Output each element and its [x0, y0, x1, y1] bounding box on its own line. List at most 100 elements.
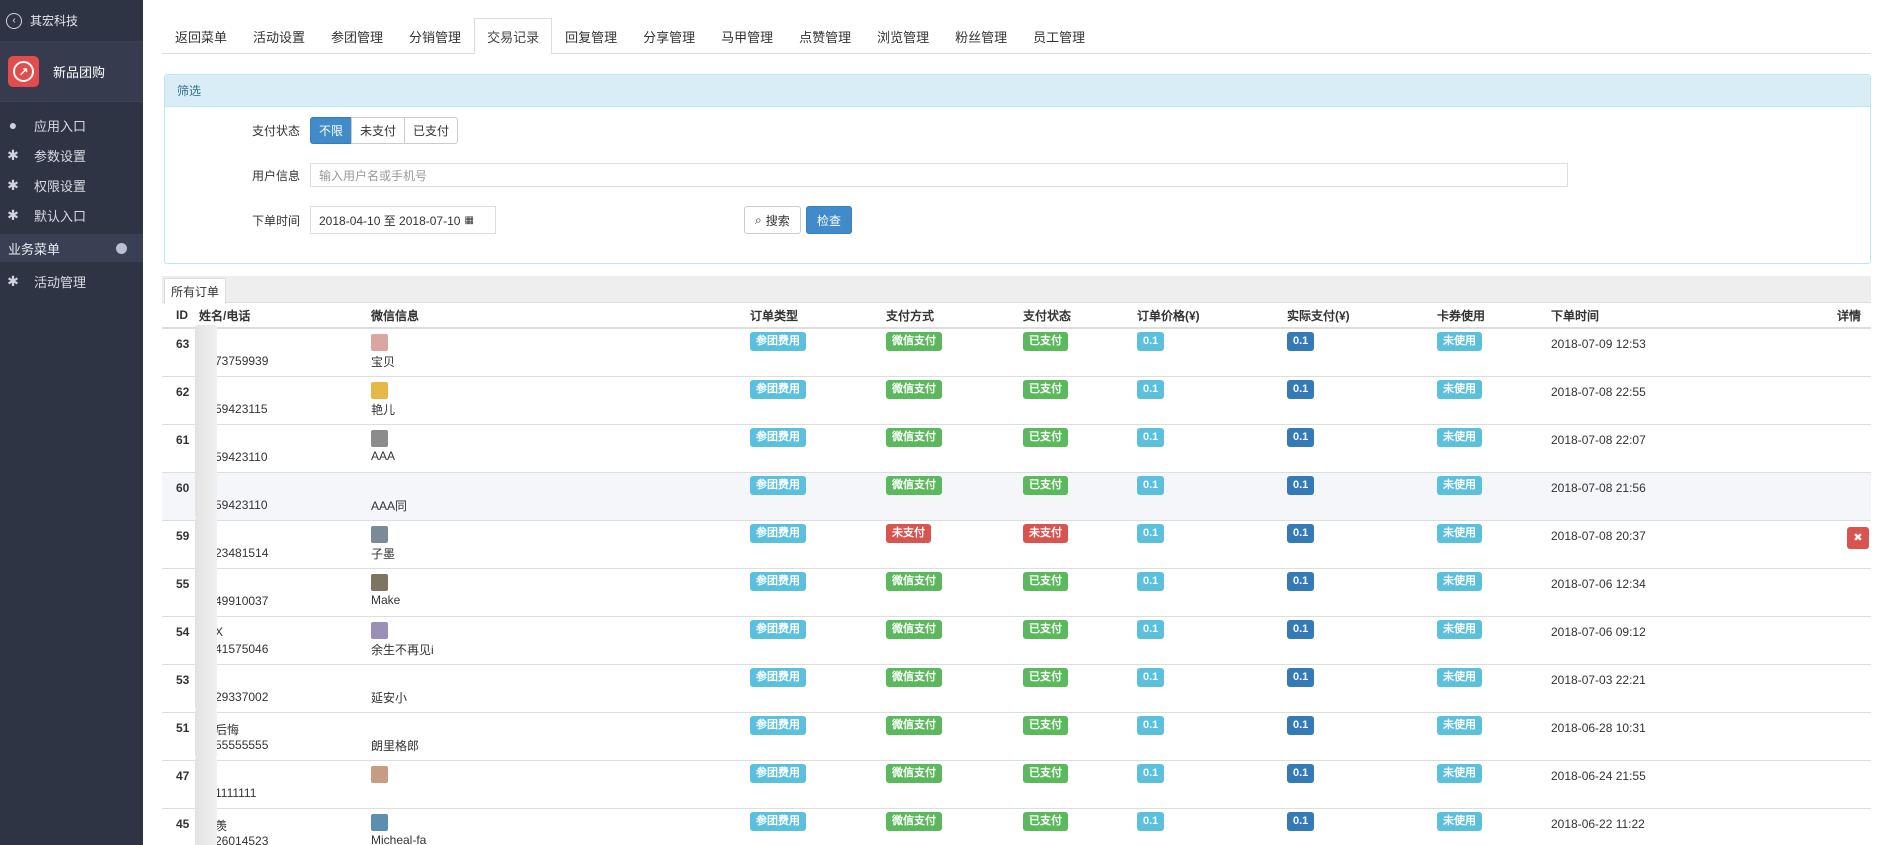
cell-name-phone: 29337002 [195, 660, 357, 712]
tab-share-management[interactable]: 分享管理 [630, 18, 708, 53]
order-type-badge: 参团费用 [750, 475, 806, 495]
col-wechat-info: 微信信息 [357, 303, 736, 329]
cell-phone: 73759939 [215, 354, 269, 368]
actual-paid-badge: 0.1 [1287, 571, 1315, 591]
sidebar-app-header[interactable]: ↗ 新品团购 [0, 42, 143, 102]
col-pay-method: 支付方式 [872, 303, 1009, 329]
toggle-dot-icon[interactable] [116, 242, 127, 254]
tab-back-menu[interactable]: 返回菜单 [162, 18, 240, 53]
date-range-picker[interactable]: 2018-04-10 至 2018-07-10 ▦ [310, 206, 496, 234]
cell-pay-method: 微信支付 [872, 375, 1009, 424]
pay-method-badge: 微信支付 [886, 811, 942, 831]
cell-actual: 0.1 [1273, 519, 1423, 568]
tab-like-management[interactable]: 点赞管理 [786, 18, 864, 53]
tab-all-orders[interactable]: 所有订单 [164, 278, 227, 304]
cell-details [1787, 807, 1871, 845]
cell-wechat: 宝贝 [357, 327, 736, 376]
coupon-badge: 未使用 [1437, 715, 1482, 735]
table-row: 61 59423110 AAA 参团费用 微信支付 已支付 0.1 0.1 未使… [162, 420, 1871, 473]
cell-id: 54 [162, 615, 195, 664]
sidebar-back-link[interactable]: ‹ 其宏科技 [0, 0, 143, 42]
avatar [371, 765, 388, 783]
sidebar-item-label: 默认入口 [34, 208, 87, 224]
col-details: 详情 [1787, 303, 1871, 329]
orders-tabbar: 所有订单 [162, 276, 1871, 304]
avatar [371, 381, 388, 399]
sidebar-item-permissions[interactable]: ✱ 权限设置 [0, 170, 143, 200]
cell-wechat: Make [357, 567, 736, 616]
cell-pay-method: 微信支付 [872, 663, 1009, 712]
tab-transactions[interactable]: 交易记录 [474, 18, 553, 54]
cell-pay-status: 已支付 [1009, 567, 1123, 616]
coupon-badge: 未使用 [1437, 475, 1482, 495]
cell-actual: 0.1 [1273, 327, 1423, 376]
cell-pay-method: 微信支付 [872, 807, 1009, 845]
cell-type: 参团费用 [736, 711, 872, 760]
tab-staff-management[interactable]: 员工管理 [1020, 18, 1098, 53]
delete-icon[interactable]: ✖ [1847, 526, 1869, 549]
main-content: 返回菜单 活动设置 参团管理 分销管理 交易记录 回复管理 分享管理 马甲管理 … [162, 0, 1871, 845]
sidebar-item-app-entry[interactable]: ● 应用入口 [0, 110, 143, 140]
cell-time: 2018-06-22 11:22 [1537, 807, 1787, 845]
wechat-name: 宝贝 [371, 355, 396, 369]
coupon-badge: 未使用 [1437, 332, 1482, 351]
cell-actual: 0.1 [1273, 471, 1423, 520]
tab-distribution[interactable]: 分销管理 [396, 18, 474, 53]
table-row: 62 59423115 艳儿 参团费用 微信支付 已支付 0.1 0.1 未使用… [162, 372, 1871, 425]
avatar [371, 813, 388, 831]
tab-vest-management[interactable]: 马甲管理 [708, 18, 786, 53]
tab-fans-management[interactable]: 粉丝管理 [942, 18, 1020, 53]
cell-name-phone: 1111111 [195, 756, 357, 809]
cell-pay-status: 已支付 [1009, 759, 1123, 808]
check-button[interactable]: 检查 [806, 206, 853, 234]
sidebar-section-business-menu[interactable]: 业务菜单 [0, 234, 143, 262]
coupon-badge: 未使用 [1437, 571, 1482, 591]
cell-price: 0.1 [1123, 759, 1273, 808]
actual-paid-badge: 0.1 [1287, 763, 1315, 783]
cell-details [1787, 375, 1871, 424]
avatar [371, 573, 388, 591]
wechat-name: 艳儿 [371, 402, 396, 417]
pay-status-badge: 已支付 [1023, 571, 1068, 591]
cell-coupon: 未使用 [1423, 615, 1537, 664]
actual-paid-badge: 0.1 [1287, 811, 1315, 831]
sidebar-item-activity-management[interactable]: ✱ 活动管理 [0, 266, 143, 296]
pay-status-paid-button[interactable]: 已支付 [404, 117, 459, 144]
order-type-badge: 参团费用 [750, 379, 806, 399]
wechat-name: AAA同 [371, 498, 408, 513]
coupon-badge: 未使用 [1437, 667, 1482, 687]
sidebar-item-params[interactable]: ✱ 参数设置 [0, 140, 143, 170]
cell-phone: 49910037 [215, 593, 269, 608]
tab-browse-management[interactable]: 浏览管理 [864, 18, 942, 53]
sidebar: ‹ 其宏科技 ↗ 新品团购 ● 应用入口 ✱ 参数设置 ✱ 权限设置 ✱ 默认入… [0, 0, 143, 845]
wechat-name: Make [371, 592, 401, 607]
cell-wechat: 余生不再见i [357, 615, 736, 664]
table-row: 47 1111111 参团费用 微信支付 已支付 0.1 0.1 未使用 201… [162, 756, 1871, 809]
cell-name-phone: 23481514 [195, 516, 357, 569]
cell-name-phone: 59423110 [195, 468, 357, 520]
wechat-name: 余生不再见i [371, 642, 434, 657]
actual-paid-badge: 0.1 [1287, 667, 1315, 687]
avatar [371, 478, 388, 495]
cell-price: 0.1 [1123, 519, 1273, 568]
price-badge: 0.1 [1137, 571, 1165, 591]
search-button[interactable]: ⌕ 搜索 [744, 206, 801, 234]
pay-status-any-button[interactable]: 不限 [310, 117, 353, 144]
tab-reply-management[interactable]: 回复管理 [552, 18, 630, 53]
actual-paid-badge: 0.1 [1287, 619, 1315, 639]
redacted-blur [195, 660, 217, 710]
user-info-input[interactable]: 输入用户名或手机号 [310, 163, 1568, 187]
tab-group-management[interactable]: 参团管理 [318, 18, 396, 53]
pay-status-unpaid-button[interactable]: 未支付 [351, 117, 406, 144]
actual-paid-badge: 0.1 [1287, 427, 1315, 447]
pay-status-badge: 已支付 [1023, 715, 1068, 735]
cell-id: 53 [162, 663, 195, 712]
pay-status-group: 不限 未支付 已支付 [310, 117, 459, 144]
tab-activity-settings[interactable]: 活动设置 [240, 18, 318, 53]
cell-time: 2018-07-08 22:07 [1537, 423, 1787, 472]
search-button-label: 搜索 [765, 213, 790, 228]
table-row: 55 49910037 Make 参团费用 微信支付 已支付 0.1 0.1 未… [162, 564, 1871, 617]
cell-details [1787, 471, 1871, 520]
cell-details: ✖ [1787, 519, 1871, 568]
sidebar-item-default-entry[interactable]: ✱ 默认入口 [0, 200, 143, 230]
